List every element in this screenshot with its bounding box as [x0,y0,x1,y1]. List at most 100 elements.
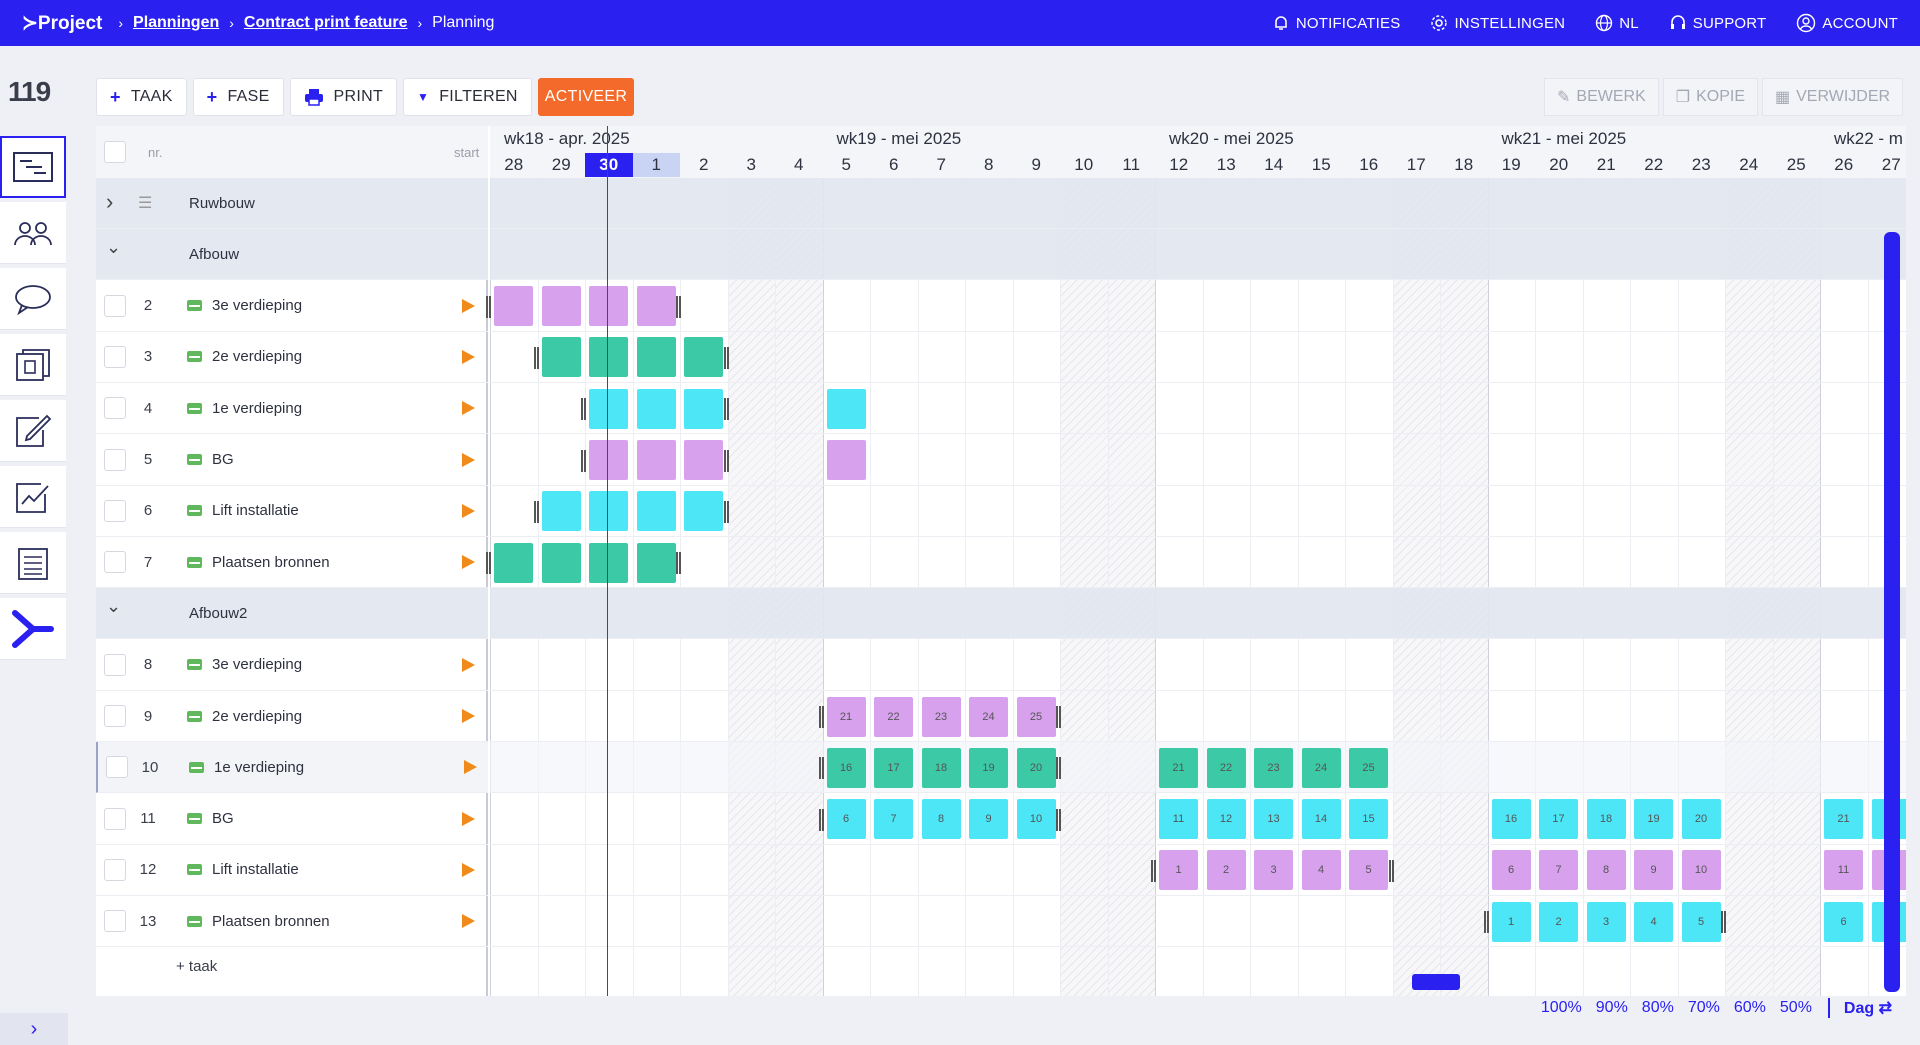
task-checkbox[interactable] [104,448,126,471]
resize-handle-icon[interactable] [723,398,729,421]
gantt-block[interactable] [636,388,676,429]
gantt-block[interactable] [589,491,628,532]
gantt-block[interactable]: 24 [1301,747,1341,788]
start-play-icon[interactable] [462,452,475,467]
gantt-block[interactable] [589,337,628,378]
resize-handle-icon[interactable] [676,552,681,575]
resize-handle-icon[interactable] [818,757,824,780]
gantt-block[interactable]: 20 [1681,799,1721,840]
task-row[interactable]: 11 BG [96,794,488,845]
start-play-icon[interactable] [462,298,475,313]
gantt-block[interactable] [636,491,676,532]
start-play-icon[interactable] [462,503,475,518]
breadcrumb-planningen[interactable]: Planningen [133,14,219,32]
resize-handle-icon[interactable] [1483,911,1489,934]
start-play-icon[interactable] [462,862,475,877]
resize-handle-icon[interactable] [1151,859,1156,882]
language-link[interactable]: NL [1595,14,1639,32]
gantt-block[interactable] [636,286,676,327]
gantt-block[interactable]: 9 [969,799,1008,840]
gantt-block[interactable] [541,286,581,327]
task-row[interactable]: 6 Lift installatie [96,486,488,537]
task-row[interactable]: 8 3e verdieping [96,640,488,691]
gantt-block[interactable] [589,440,628,480]
gantt-block[interactable]: 12 [1206,799,1246,840]
sidebar-item-documents[interactable] [0,334,66,396]
phase-row-ruwbouw[interactable]: › ☰ Ruwbouw [96,178,488,229]
task-name[interactable]: 2e verdieping [212,708,302,725]
gantt-block[interactable]: 8 [921,799,961,840]
gantt-block[interactable]: 25 [1349,747,1388,788]
gantt-block[interactable]: 20 [1016,747,1056,788]
breadcrumb-contract[interactable]: Contract print feature [244,14,408,32]
gantt-block[interactable] [684,491,723,532]
task-name[interactable]: Lift installatie [212,861,299,878]
gantt-block[interactable]: 16 [826,747,866,788]
task-checkbox[interactable] [104,294,126,317]
zoom-50[interactable]: 50% [1780,999,1812,1017]
resize-handle-icon[interactable] [723,500,729,523]
vertical-scrollbar[interactable] [1884,232,1900,992]
gantt-block[interactable]: 21 [826,696,866,737]
start-play-icon[interactable] [462,349,475,364]
gantt-block[interactable]: 10 [1681,850,1721,891]
sidebar-item-home[interactable] [0,598,66,660]
gantt-block[interactable]: 6 [1824,901,1863,942]
gantt-block[interactable]: 23 [1254,747,1293,788]
gantt-block[interactable]: 21 [1824,799,1863,840]
gantt-block[interactable] [684,440,723,480]
task-row[interactable]: 10 1e verdieping [96,742,488,794]
resize-handle-icon[interactable] [818,706,824,728]
task-row[interactable]: 2 3e verdieping [96,281,488,332]
resize-handle-icon[interactable] [581,449,586,472]
gantt-block[interactable]: 4 [1301,850,1341,891]
zoom-70[interactable]: 70% [1688,999,1720,1017]
resize-handle-icon[interactable] [1056,706,1061,728]
activate-button[interactable]: ACTIVEER [537,78,635,116]
resize-handle-icon[interactable] [1721,911,1726,934]
task-row[interactable]: 5 BG [96,435,488,486]
task-row[interactable]: 9 2e verdieping [96,691,488,742]
gantt-block[interactable] [684,337,723,378]
gantt-block[interactable]: 24 [969,696,1008,737]
start-play-icon[interactable] [462,914,475,929]
task-name[interactable]: BG [212,810,234,827]
gantt-block[interactable]: 3 [1586,901,1626,942]
resize-handle-icon[interactable] [486,295,491,318]
resize-handle-icon[interactable] [723,346,729,369]
task-name[interactable]: Plaatsen bronnen [212,913,330,930]
task-checkbox[interactable] [104,499,126,522]
delete-button[interactable]: ▦ VERWIJDER [1762,78,1904,116]
add-phase-button[interactable]: + FASE [192,78,284,116]
task-row[interactable]: 3 2e verdieping [96,332,488,383]
gantt-block[interactable]: 5 [1681,901,1721,942]
sidebar-item-reports[interactable] [0,466,66,528]
resize-handle-icon[interactable] [1056,808,1061,831]
gantt-block[interactable] [494,542,533,583]
sidebar-item-chat[interactable] [0,268,66,330]
gantt-block[interactable]: 13 [1254,799,1293,840]
phase-row-afbouw[interactable]: ⌄ Afbouw [96,229,488,281]
gantt-block[interactable]: 14 [1301,799,1341,840]
task-checkbox[interactable] [104,653,126,676]
sidebar-item-planning[interactable] [0,136,66,198]
day-mode-toggle[interactable]: Dag ⇄ [1827,998,1892,1018]
start-play-icon[interactable] [462,709,475,723]
task-row[interactable]: 7 Plaatsen bronnen [96,537,488,589]
gantt-block[interactable]: 9 [1634,850,1673,891]
add-task-link[interactable]: + taak [176,958,217,975]
gantt-block[interactable]: 18 [1586,799,1626,840]
task-name[interactable]: 1e verdieping [214,759,304,776]
task-checkbox[interactable] [104,807,126,830]
gantt-block[interactable]: 22 [1206,747,1246,788]
chevron-right-icon[interactable]: › [106,189,113,215]
gantt-block[interactable]: 15 [1349,799,1388,840]
resize-handle-icon[interactable] [723,449,729,472]
support-link[interactable]: SUPPORT [1669,14,1767,32]
filter-button[interactable]: ▼ FILTEREN [403,78,532,116]
gantt-block[interactable]: 3 [1254,850,1293,891]
gantt-block[interactable]: 17 [1539,799,1578,840]
gantt-block[interactable]: 25 [1016,696,1056,737]
gantt-block[interactable]: 19 [969,747,1008,788]
gantt-block[interactable]: 19 [1634,799,1673,840]
